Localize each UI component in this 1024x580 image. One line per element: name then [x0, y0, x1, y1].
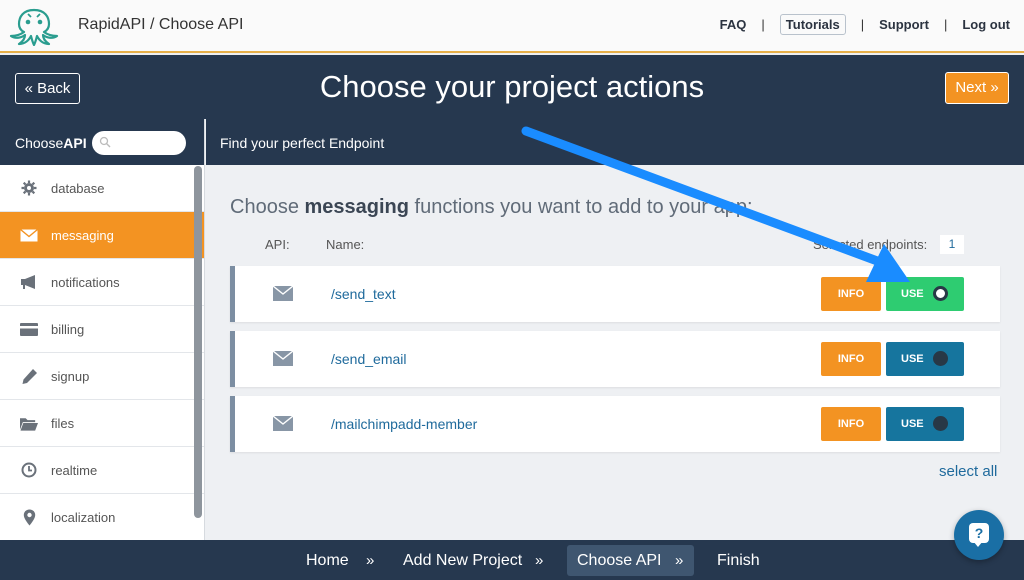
envelope-icon: [273, 286, 293, 301]
endpoint-row: /send_email INFO USE: [230, 331, 1000, 387]
clock-icon: [20, 461, 38, 479]
envelope-icon: [273, 416, 293, 431]
step-finish[interactable]: Finish: [717, 552, 760, 570]
use-toggle[interactable]: USE: [886, 407, 964, 441]
sidebar-item-localization[interactable]: localization: [0, 494, 204, 540]
endpoint-row: /send_text INFO USE: [230, 266, 1000, 322]
sub-header-title: Find your perfect Endpoint: [220, 135, 385, 151]
info-button[interactable]: INFO: [821, 407, 881, 441]
column-header-api: API:: [265, 237, 290, 252]
endpoint-row: /mailchimpadd-member INFO USE: [230, 396, 1000, 452]
envelope-icon: [273, 351, 293, 366]
top-bar: RapidAPI / Choose API FAQ | Tutorials | …: [0, 0, 1024, 53]
sidebar-item-billing[interactable]: billing: [0, 306, 204, 353]
use-toggle[interactable]: USE: [886, 277, 964, 311]
step-breadcrumb: Home » Add New Project » Choose API » Fi…: [0, 540, 1024, 580]
endpoint-name[interactable]: /send_email: [331, 351, 407, 367]
use-toggle-label: USE: [901, 353, 924, 365]
selected-endpoints-label: Selected endpoints:: [813, 237, 928, 252]
use-toggle-label: USE: [901, 288, 924, 300]
support-link[interactable]: Support: [879, 17, 929, 32]
sidebar-item-database[interactable]: database: [0, 165, 204, 212]
sidebar-title: ChooseAPI: [15, 135, 87, 151]
section-heading: Choose messaging functions you want to a…: [230, 196, 753, 218]
endpoint-name[interactable]: /mailchimpadd-member: [331, 416, 477, 432]
sidebar-item-label: files: [51, 415, 75, 431]
nav-separator: |: [943, 17, 948, 32]
nav-separator: |: [761, 17, 765, 32]
sidebar-item-notifications[interactable]: notifications: [0, 259, 204, 306]
toggle-knob: [933, 416, 948, 431]
step-choose-api[interactable]: Choose API: [577, 552, 662, 570]
toggle-knob: [933, 351, 948, 366]
folder-icon: [20, 414, 38, 432]
step-home[interactable]: Home: [306, 552, 349, 570]
toggle-knob: [933, 286, 948, 301]
sidebar-item-label: localization: [51, 509, 116, 525]
select-all-link[interactable]: select all: [939, 463, 997, 480]
column-header-name: Name:: [326, 237, 365, 252]
gear-icon: [20, 179, 38, 197]
step-separator: »: [366, 552, 375, 569]
sidebar-item-label: messaging: [51, 227, 114, 243]
use-toggle-label: USE: [901, 418, 924, 430]
selected-endpoints-count: 1: [940, 235, 964, 254]
sidebar-scrollbar[interactable]: [194, 166, 202, 518]
info-button[interactable]: INFO: [821, 277, 881, 311]
help-icon: ?: [969, 523, 989, 543]
sidebar-item-messaging[interactable]: messaging: [0, 212, 204, 259]
tutorials-link[interactable]: Tutorials: [779, 14, 846, 35]
page-title: Choose your project actions: [319, 69, 705, 104]
step-separator: »: [535, 552, 544, 569]
step-add-new-project[interactable]: Add New Project: [403, 552, 522, 570]
sidebar-item-label: realtime: [51, 462, 98, 478]
sidebar-item-label: signup: [51, 368, 90, 384]
app-title: RapidAPI / Choose API: [78, 16, 244, 33]
page-header: « Back Choose your project actions Next …: [0, 55, 1024, 119]
help-icon-tail: [973, 541, 983, 547]
sidebar-header: ChooseAPI: [0, 119, 204, 165]
sidebar-item-label: notifications: [51, 274, 120, 290]
nav-separator: |: [860, 17, 865, 32]
use-toggle[interactable]: USE: [886, 342, 964, 376]
sidebar-item-label: billing: [51, 321, 85, 337]
sidebar: ChooseAPI database messaging notificatio…: [0, 119, 205, 540]
octopus-logo-icon[interactable]: [8, 6, 60, 46]
sidebar-item-label: database: [51, 180, 105, 196]
top-nav: FAQ | Tutorials | Support | Log out: [720, 14, 1010, 35]
faq-link[interactable]: FAQ: [720, 17, 747, 32]
credit-card-icon: [20, 320, 38, 338]
help-chat-button[interactable]: ?: [954, 510, 1004, 560]
sub-header: Find your perfect Endpoint: [206, 119, 1024, 165]
megaphone-icon: [20, 273, 38, 291]
pencil-icon: [20, 367, 38, 385]
next-button[interactable]: Next »: [945, 72, 1009, 104]
sidebar-item-files[interactable]: files: [0, 400, 204, 447]
logout-link[interactable]: Log out: [962, 17, 1010, 32]
step-separator: »: [675, 552, 684, 569]
map-pin-icon: [20, 508, 38, 526]
search-icon: [99, 136, 111, 148]
sidebar-item-realtime[interactable]: realtime: [0, 447, 204, 494]
endpoint-name[interactable]: /send_text: [331, 286, 396, 302]
envelope-icon: [20, 226, 38, 244]
info-button[interactable]: INFO: [821, 342, 881, 376]
sidebar-item-signup[interactable]: signup: [0, 353, 204, 400]
